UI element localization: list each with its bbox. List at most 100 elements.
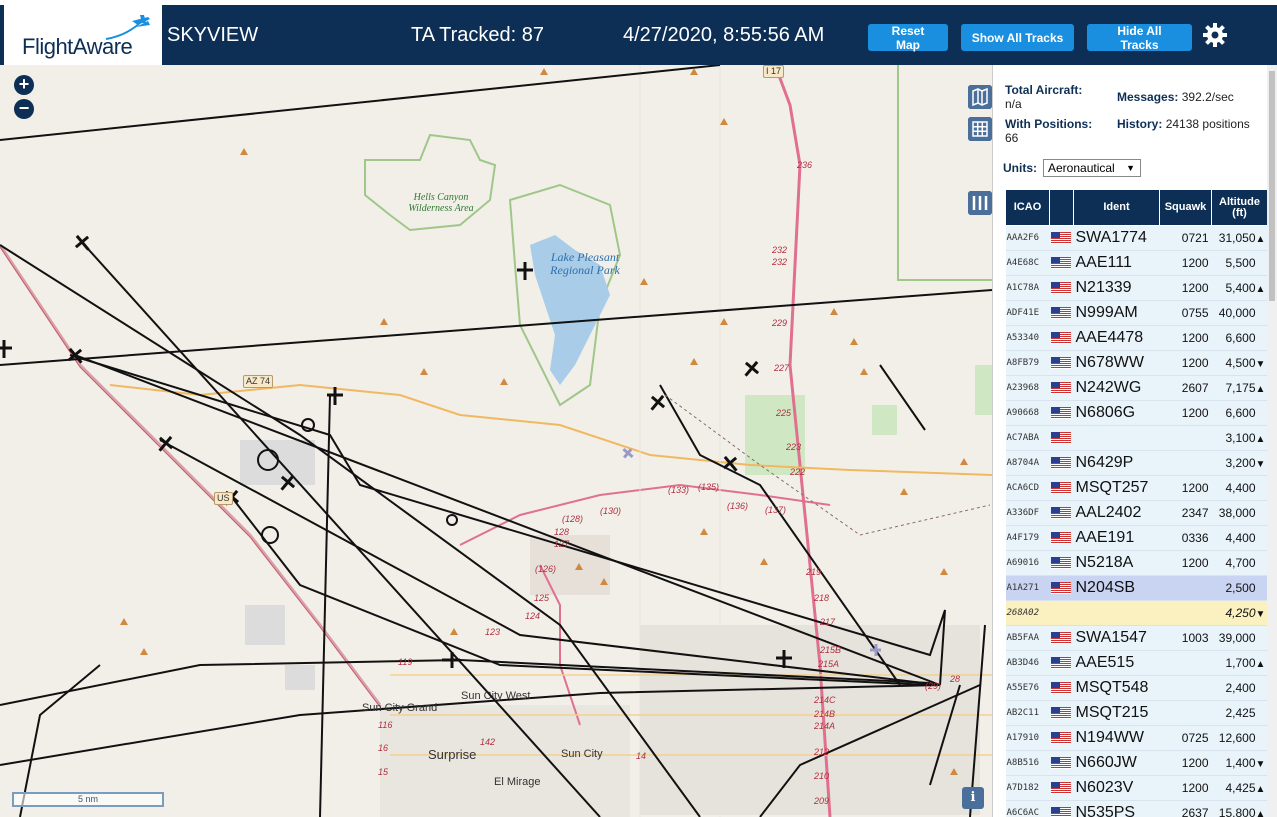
squawk-cell bbox=[1159, 650, 1212, 676]
info-icon[interactable]: i bbox=[962, 787, 984, 809]
table-row[interactable]: ADF41E N999AM 0755 40,000 bbox=[1005, 300, 1267, 326]
hwy-marker: (128) bbox=[562, 514, 584, 524]
hwy-marker: 116 bbox=[378, 720, 393, 730]
descend-arrow-icon: ▼ bbox=[1255, 759, 1266, 770]
dropdown-arrow-icon: ▼ bbox=[1126, 163, 1135, 173]
altitude-cell: 6,600 bbox=[1211, 400, 1267, 426]
table-row[interactable]: A17910 N194WW 0725 12,600 bbox=[1005, 725, 1267, 751]
altitude-cell: 39,000 bbox=[1211, 625, 1267, 651]
table-row[interactable]: A8FB79 N678WW 1200 4,500▼ bbox=[1005, 350, 1267, 376]
hwy-marker: 128 bbox=[554, 527, 570, 537]
climb-arrow-icon: ▲ bbox=[1255, 434, 1266, 445]
col-header-ident[interactable]: Ident bbox=[1073, 189, 1160, 226]
zoom-out-button[interactable]: − bbox=[14, 99, 34, 119]
total-aircraft-label: Total Aircraft: bbox=[1005, 83, 1083, 97]
icao-cell: A53340 bbox=[1005, 325, 1050, 351]
squawk-cell: 1200 bbox=[1159, 750, 1212, 776]
altitude-cell: 4,500▼ bbox=[1211, 350, 1267, 376]
us-flag-icon bbox=[1050, 229, 1071, 246]
altitude-cell: 5,400▲ bbox=[1211, 275, 1267, 301]
history-label: History: bbox=[1117, 117, 1163, 131]
table-row[interactable]: A336DF AAL2402 2347 38,000 bbox=[1005, 500, 1267, 526]
hide-all-tracks-button[interactable]: Hide All Tracks bbox=[1087, 24, 1192, 52]
gear-icon[interactable] bbox=[1202, 22, 1228, 48]
squawk-cell bbox=[1159, 575, 1212, 601]
logo-text: FlightAware bbox=[22, 34, 133, 59]
icao-cell: A8B516 bbox=[1005, 750, 1050, 776]
flag-cell bbox=[1049, 375, 1074, 401]
table-row[interactable]: A7D182 N6023V 1200 4,425▲ bbox=[1005, 775, 1267, 801]
table-row[interactable]: A90668 N6806G 1200 6,600 bbox=[1005, 400, 1267, 426]
altitude-value: 38,000 bbox=[1218, 506, 1256, 520]
col-header-squawk[interactable]: Squawk bbox=[1159, 189, 1212, 226]
aircraft-table-container[interactable]: ICAO Ident Squawk Altitude (ft) AAA2F6 SW… bbox=[1005, 189, 1267, 817]
show-all-tracks-button[interactable]: Show All Tracks bbox=[961, 24, 1074, 51]
altitude-cell: 40,000 bbox=[1211, 300, 1267, 326]
scrollbar-thumb[interactable] bbox=[1269, 71, 1275, 301]
table-row[interactable]: AB5FAA SWA1547 1003 39,000 bbox=[1005, 625, 1267, 651]
hwy-marker: 123 bbox=[485, 627, 501, 637]
altitude-cell: 12,600 bbox=[1211, 725, 1267, 751]
table-row[interactable]: A8704A N6429P 3,200▼ bbox=[1005, 450, 1267, 476]
hwy-marker: 125 bbox=[534, 593, 550, 603]
columns-icon[interactable] bbox=[968, 191, 992, 215]
hwy-marker: 232 bbox=[772, 245, 788, 255]
grid-icon[interactable] bbox=[968, 117, 992, 141]
units-select[interactable]: Aeronautical ▼ bbox=[1043, 159, 1141, 177]
table-row[interactable]: A23968 N242WG 2607 7,175▲ bbox=[1005, 375, 1267, 401]
table-row[interactable]: A4E68C AAE111 1200 5,500 bbox=[1005, 250, 1267, 276]
table-row[interactable]: A53340 AAE4478 1200 6,600 bbox=[1005, 325, 1267, 351]
us-flag-icon bbox=[1050, 579, 1071, 596]
ident-cell: AAE515 bbox=[1073, 650, 1160, 676]
table-row[interactable]: A6C6AC N535PS 2637 15,800▲ bbox=[1005, 800, 1267, 817]
squawk-cell: 0725 bbox=[1159, 725, 1212, 751]
altitude-value: 4,500 bbox=[1225, 356, 1256, 370]
table-row[interactable]: AB2C11 MSQT215 2,425 bbox=[1005, 700, 1267, 726]
table-row[interactable]: A8B516 N660JW 1200 1,400▼ bbox=[1005, 750, 1267, 776]
table-row[interactable]: A1A271 N204SB 2,500 bbox=[1005, 575, 1267, 601]
altitude-cell: 3,100▲ bbox=[1211, 425, 1267, 451]
hwy-marker: 15 bbox=[378, 767, 389, 777]
hwy-marker: 215A bbox=[818, 659, 840, 669]
table-row[interactable]: AC7ABA 3,100▲ bbox=[1005, 425, 1267, 451]
flag-cell bbox=[1049, 425, 1074, 451]
col-header-altitude[interactable]: Altitude (ft) bbox=[1211, 189, 1267, 226]
icao-cell: A69016 bbox=[1005, 550, 1050, 576]
map-base-layer bbox=[0, 65, 992, 817]
hwy-marker: (136) bbox=[727, 501, 749, 511]
col-header-icao[interactable]: ICAO bbox=[1005, 189, 1050, 226]
squawk-cell: 2347 bbox=[1159, 500, 1212, 526]
icao-cell: ADF41E bbox=[1005, 300, 1050, 326]
flag-cell bbox=[1049, 625, 1074, 651]
altitude-value: 5,400 bbox=[1225, 281, 1256, 295]
map-layers-icon[interactable] bbox=[968, 85, 992, 109]
table-scrollbar[interactable] bbox=[1267, 65, 1277, 817]
table-row[interactable]: A69016 N5218A 1200 4,700 bbox=[1005, 550, 1267, 576]
table-row[interactable]: 268A02 4,250▼ bbox=[1005, 600, 1267, 626]
icao-cell: A90668 bbox=[1005, 400, 1050, 426]
icao-cell: A17910 bbox=[1005, 725, 1050, 751]
us-flag-icon bbox=[1050, 629, 1071, 646]
map-view[interactable]: Hells Canyon Wilderness Area Lake Pleasa… bbox=[0, 65, 992, 817]
hwy-marker: (126) bbox=[535, 564, 557, 574]
table-row[interactable]: AAA2F6 SWA1774 0721 31,050▲ bbox=[1005, 225, 1267, 251]
altitude-value: 3,100 bbox=[1225, 431, 1256, 445]
us-flag-icon bbox=[1050, 704, 1071, 721]
hwy-marker: 215B bbox=[820, 645, 842, 655]
table-row[interactable]: AB3D46 AAE515 1,700▲ bbox=[1005, 650, 1267, 676]
reset-map-button[interactable]: Reset Map bbox=[868, 24, 948, 52]
table-row[interactable]: A1C78A N21339 1200 5,400▲ bbox=[1005, 275, 1267, 301]
ident-cell: N21339 bbox=[1073, 275, 1160, 301]
us-flag-icon bbox=[1050, 654, 1071, 671]
icao-cell: A1A271 bbox=[1005, 575, 1050, 601]
col-header-flag[interactable] bbox=[1049, 189, 1074, 226]
table-row[interactable]: A55E76 MSQT548 2,400 bbox=[1005, 675, 1267, 701]
flightaware-logo[interactable]: FlightAware bbox=[4, 5, 162, 65]
town-sun-city-west: Sun City West bbox=[461, 690, 531, 702]
ident-cell: AAE111 bbox=[1073, 250, 1160, 276]
table-row[interactable]: ACA6CD MSQT257 1200 4,400 bbox=[1005, 475, 1267, 501]
altitude-cell: 7,175▲ bbox=[1211, 375, 1267, 401]
ident-cell bbox=[1073, 425, 1160, 451]
zoom-in-button[interactable]: + bbox=[14, 75, 34, 95]
table-row[interactable]: A4F179 AAE191 0336 4,400 bbox=[1005, 525, 1267, 551]
